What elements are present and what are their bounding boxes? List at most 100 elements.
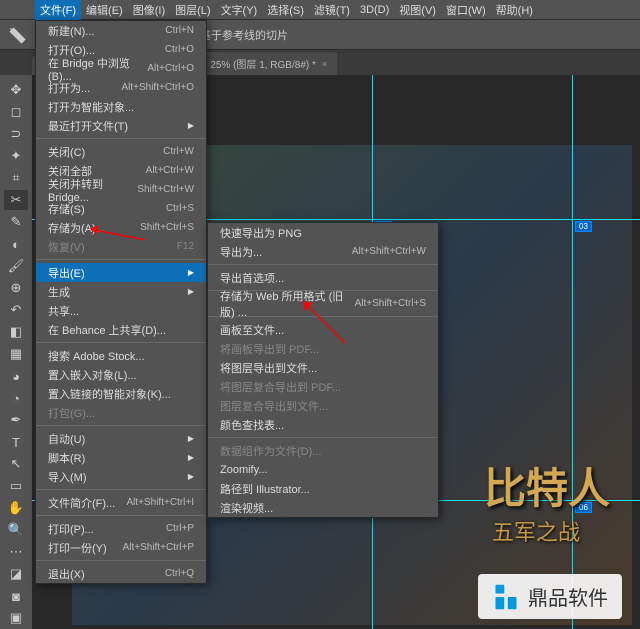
menu-separator — [36, 138, 206, 139]
menu-item[interactable]: 脚本(R)▶ — [36, 448, 206, 467]
history-brush-icon[interactable]: ↶ — [4, 300, 28, 320]
menu-滤镜t[interactable]: 滤镜(T) — [309, 0, 355, 20]
canvas-text-title: 比特人 — [484, 455, 610, 516]
hand-tool-icon[interactable]: ✋ — [4, 498, 28, 518]
menu-item[interactable]: 将图层导出到文件... — [208, 358, 438, 377]
menu-item[interactable]: 文件简介(F)...Alt+Shift+Ctrl+I — [36, 493, 206, 512]
menu-item[interactable]: 在 Behance 上共享(D)... — [36, 320, 206, 339]
menu-item[interactable]: 打印(P)...Ctrl+P — [36, 519, 206, 538]
menu-item: 将图层复合导出到 PDF... — [208, 377, 438, 396]
menu-separator — [208, 264, 438, 265]
type-tool-icon[interactable]: T — [4, 432, 28, 452]
menu-separator — [36, 560, 206, 561]
zoom-tool-icon[interactable]: 🔍 — [4, 520, 28, 540]
menu-separator — [36, 259, 206, 260]
menu-视图v[interactable]: 视图(V) — [394, 0, 441, 20]
close-icon[interactable]: × — [322, 59, 327, 69]
fg-bg-color-icon[interactable]: ◪ — [4, 564, 28, 584]
watermark-text: 鼎品软件 — [528, 582, 608, 611]
crop-tool-icon[interactable]: ⌗ — [4, 168, 28, 188]
menu-item[interactable]: 新建(N)...Ctrl+N — [36, 21, 206, 40]
slice-marker[interactable]: 03 — [575, 221, 592, 232]
screenmode-icon[interactable]: ▣ — [4, 608, 28, 628]
menu-item[interactable]: 画板至文件... — [208, 320, 438, 339]
menu-item[interactable]: 存储为(A)...Shift+Ctrl+S — [36, 218, 206, 237]
brush-tool-icon[interactable]: 🖌 — [4, 256, 28, 276]
menu-item[interactable]: 导入(M)▶ — [36, 467, 206, 486]
pen-tool-icon[interactable]: ✒ — [4, 410, 28, 430]
menu-separator — [36, 425, 206, 426]
menu-item[interactable]: 导出首选项... — [208, 268, 438, 287]
menu-item[interactable]: 退出(X)Ctrl+Q — [36, 564, 206, 583]
menu-separator — [36, 342, 206, 343]
menu-separator — [208, 437, 438, 438]
menu-item[interactable]: 在 Bridge 中浏览(B)...Alt+Ctrl+O — [36, 59, 206, 78]
chevron-right-icon: ▶ — [188, 121, 194, 130]
tool-panel: ✥ ◻ ⊃ ✦ ⌗ ✂ ✎ ◐ 🖌 ⊕ ↶ ◧ ▦ ◕ ◔ ✒ T ↖ ▭ ✋ … — [0, 75, 32, 629]
menu-3dd[interactable]: 3D(D) — [355, 2, 394, 18]
menu-separator — [36, 515, 206, 516]
menu-窗口w[interactable]: 窗口(W) — [441, 0, 491, 20]
slice-tool-icon — [8, 26, 26, 44]
menu-帮助h[interactable]: 帮助(H) — [491, 0, 538, 20]
menu-item[interactable]: 快速导出为 PNG — [208, 223, 438, 242]
menu-item[interactable]: 搜索 Adobe Stock... — [36, 346, 206, 365]
menu-item[interactable]: 最近打开文件(T)▶ — [36, 116, 206, 135]
menu-item: 打包(G)... — [36, 403, 206, 422]
watermark-badge: 鼎品软件 — [478, 574, 622, 619]
menu-item[interactable]: 置入嵌入对象(L)... — [36, 365, 206, 384]
menu-编辑e[interactable]: 编辑(E) — [81, 0, 128, 20]
menu-item[interactable]: 导出(E)▶ — [36, 263, 206, 282]
menu-item: 数据组作为文件(D)... — [208, 441, 438, 460]
menu-item[interactable]: 路径到 Illustrator... — [208, 479, 438, 498]
shape-tool-icon[interactable]: ▭ — [4, 476, 28, 496]
menu-文字y[interactable]: 文字(Y) — [216, 0, 263, 20]
menu-item[interactable]: 渲染视频... — [208, 498, 438, 517]
menu-item: 将画板导出到 PDF... — [208, 339, 438, 358]
menu-item[interactable]: 关闭(C)Ctrl+W — [36, 142, 206, 161]
blur-tool-icon[interactable]: ◕ — [4, 366, 28, 386]
dodge-tool-icon[interactable]: ◔ — [4, 388, 28, 408]
stamp-tool-icon[interactable]: ⊕ — [4, 278, 28, 298]
lasso-tool-icon[interactable]: ⊃ — [4, 124, 28, 144]
eraser-tool-icon[interactable]: ◧ — [4, 322, 28, 342]
menu-item[interactable]: 打印一份(Y)Alt+Shift+Ctrl+P — [36, 538, 206, 557]
slice-tool-icon[interactable]: ✂ — [4, 190, 28, 210]
menu-separator — [36, 489, 206, 490]
menubar: 文件(F)编辑(E)图像(I)图层(L)文字(Y)选择(S)滤镜(T)3D(D)… — [0, 0, 640, 20]
menu-文件f[interactable]: 文件(F) — [35, 0, 81, 20]
export-submenu-dropdown: 快速导出为 PNG导出为...Alt+Shift+Ctrl+W 导出首选项... 存… — [207, 222, 439, 518]
healing-tool-icon[interactable]: ◐ — [4, 234, 28, 254]
menu-item[interactable]: 导出为...Alt+Shift+Ctrl+W — [208, 242, 438, 261]
menu-item[interactable]: 自动(U)▶ — [36, 429, 206, 448]
menu-item[interactable]: 关闭并转到 Bridge...Shift+Ctrl+W — [36, 180, 206, 199]
file-menu-dropdown: 新建(N)...Ctrl+N打开(O)...Ctrl+O在 Bridge 中浏览… — [35, 20, 207, 584]
chevron-right-icon: ▶ — [188, 434, 194, 443]
watermark-logo-icon — [492, 583, 520, 611]
menu-item[interactable]: 共享... — [36, 301, 206, 320]
menu-item[interactable]: 打开为智能对象... — [36, 97, 206, 116]
slice-option-label[interactable]: 基于参考线的切片 — [200, 27, 288, 43]
menu-图层l[interactable]: 图层(L) — [170, 0, 215, 20]
menu-item: 图层复合导出到文件... — [208, 396, 438, 415]
chevron-right-icon: ▶ — [188, 453, 194, 462]
gradient-tool-icon[interactable]: ▦ — [4, 344, 28, 364]
eyedropper-tool-icon[interactable]: ✎ — [4, 212, 28, 232]
menu-item[interactable]: 颜色查找表... — [208, 415, 438, 434]
path-tool-icon[interactable]: ↖ — [4, 454, 28, 474]
menu-item[interactable]: 置入链接的智能对象(K)... — [36, 384, 206, 403]
chevron-right-icon: ▶ — [188, 287, 194, 296]
menu-图像i[interactable]: 图像(I) — [128, 0, 170, 20]
chevron-right-icon: ▶ — [188, 268, 194, 277]
quickmask-icon[interactable]: ◙ — [4, 586, 28, 606]
more-icon[interactable]: ⋯ — [4, 542, 28, 562]
wand-tool-icon[interactable]: ✦ — [4, 146, 28, 166]
move-tool-icon[interactable]: ✥ — [4, 80, 28, 100]
menu-item[interactable]: 生成▶ — [36, 282, 206, 301]
menu-item[interactable]: 存储为 Web 所用格式 (旧版) ...Alt+Shift+Ctrl+S — [208, 294, 438, 313]
menu-item[interactable]: Zoomify... — [208, 460, 438, 479]
marquee-tool-icon[interactable]: ◻ — [4, 102, 28, 122]
menu-选择s[interactable]: 选择(S) — [262, 0, 309, 20]
canvas-text-subtitle: 五军之战 — [492, 515, 580, 547]
menu-item: 恢复(V)F12 — [36, 237, 206, 256]
